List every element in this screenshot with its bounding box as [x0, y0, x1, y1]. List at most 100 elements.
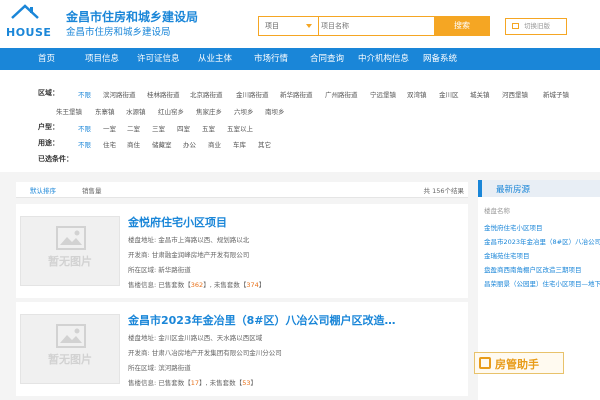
- street-value: 滨河路街道: [158, 364, 191, 372]
- sidebar-listing-link[interactable]: 盘盈商西南角棚户区改造三期项目: [484, 264, 600, 274]
- sold-count: 362: [190, 281, 204, 289]
- sales-mid: 】, 未售套数【: [199, 379, 243, 387]
- project-street: 所在区域: 新华路街道: [128, 264, 191, 274]
- watermark-badge: 房管助手: [474, 352, 564, 374]
- filter-region-option[interactable]: 双湾镇: [407, 89, 427, 99]
- filter-usage-option[interactable]: 其它: [258, 139, 271, 149]
- filter-layout-option[interactable]: 一室: [103, 123, 116, 133]
- sales-prefix: 售楼信息: 已售套数【: [128, 379, 191, 387]
- nav-item-entities[interactable]: 从业主体: [198, 48, 232, 70]
- filter-layout-option[interactable]: 三室: [152, 123, 165, 133]
- street-value: 新华路街道: [158, 266, 191, 274]
- filter-region-option[interactable]: 新华路街道: [280, 89, 313, 99]
- developer-label: 开发商:: [128, 251, 150, 259]
- filter-usage-option[interactable]: 住宅: [103, 139, 116, 149]
- project-address: 楼盘地址: 金川区金川路以西、天水路以西区域: [128, 332, 262, 342]
- sidebar-listing-link[interactable]: 金悦府住宅小区项目: [484, 222, 600, 232]
- filter-region-option[interactable]: 焦家庄乡: [196, 106, 222, 116]
- filter-region-option[interactable]: 金川路街道: [236, 89, 269, 99]
- chevron-down-icon: [306, 24, 312, 28]
- project-sales: 售楼信息: 已售套数【17】, 未售套数【53】: [128, 377, 257, 387]
- tab-sales-volume[interactable]: 销售量: [82, 185, 102, 195]
- sales-suffix: 】: [250, 379, 257, 387]
- project-title[interactable]: 金昌市2023年金冶里（8#区）八冶公司棚户区改造项目: [128, 312, 398, 328]
- filter-region-option[interactable]: 河西堡镇: [502, 89, 528, 99]
- project-address: 楼盘地址: 金昌市上海路以西、规划路以北: [128, 234, 249, 244]
- nav-item-projects[interactable]: 项目信息: [85, 48, 119, 70]
- site-title: 金昌市住房和城乡建设局: [66, 10, 199, 24]
- sales-suffix: 】: [258, 281, 266, 289]
- filter-region-label: 区域：: [38, 89, 59, 97]
- tab-default-sort[interactable]: 默认排序: [30, 185, 56, 195]
- search-input[interactable]: [321, 18, 431, 34]
- search-box: 项目 搜索: [258, 16, 490, 36]
- filter-layout-option[interactable]: 二室: [127, 123, 140, 133]
- filter-usage-option[interactable]: 不限: [78, 139, 91, 149]
- address-value: 金川区金川路以西、天水路以西区域: [158, 334, 263, 342]
- filter-region-option[interactable]: 宁远堡镇: [370, 89, 396, 99]
- sidebar-listing-link[interactable]: 金昌市2023年金冶里（8#区）八冶公司棚户区改造项目: [484, 236, 600, 246]
- filter-region-option[interactable]: 广州路街道: [325, 89, 358, 99]
- filter-region-option[interactable]: 水源镇: [126, 106, 146, 116]
- old-version-button[interactable]: 切换旧版: [505, 18, 567, 35]
- list-item[interactable]: 暂无图片 金悦府住宅小区项目 楼盘地址: 金昌市上海路以西、规划路以北 开发商:…: [16, 204, 468, 298]
- house-icon: [11, 4, 39, 19]
- filter-region-option[interactable]: 滨河路街道: [103, 89, 136, 99]
- address-value: 金昌市上海路以西、规划路以北: [158, 236, 250, 244]
- filter-region-option[interactable]: 桂林路街道: [147, 89, 180, 99]
- filter-region-option[interactable]: 新城子镇: [543, 89, 569, 99]
- nav-item-contracts[interactable]: 合同查询: [310, 48, 344, 70]
- project-developer: 开发商: 甘肃八冶房地产开发集团有限公司金川分公司: [128, 347, 282, 357]
- filter-region-option[interactable]: 北京路街道: [190, 89, 223, 99]
- watermark-text: 房管助手: [495, 358, 539, 371]
- filter-region-option[interactable]: 金川区: [439, 89, 459, 99]
- image-placeholder-icon: [56, 324, 86, 348]
- no-image-text: 暂无图片: [48, 255, 92, 268]
- filter-region-option[interactable]: 东寨镇: [95, 106, 115, 116]
- filter-usage-option[interactable]: 商住: [127, 139, 140, 149]
- filter-layout-option[interactable]: 四室: [177, 123, 190, 133]
- project-thumbnail[interactable]: 暂无图片: [20, 216, 120, 286]
- nav-item-agencies[interactable]: 中介机构信息: [358, 48, 409, 70]
- filter-usage-option[interactable]: 车库: [233, 139, 246, 149]
- filter-region-option[interactable]: 城关镇: [470, 89, 490, 99]
- filter-layout-option[interactable]: 五室: [202, 123, 215, 133]
- nav-item-filing[interactable]: 网备系统: [423, 48, 457, 70]
- filter-usage-label: 用途：: [38, 139, 59, 147]
- project-street: 所在区域: 滨河路街道: [128, 362, 191, 372]
- list-item[interactable]: 暂无图片 金昌市2023年金冶里（8#区）八冶公司棚户区改造项目 楼盘地址: 金…: [16, 302, 468, 396]
- filter-usage-option[interactable]: 储藏室: [152, 139, 172, 149]
- sidebar-column-header: 楼盘名称: [484, 207, 510, 215]
- filter-region-option[interactable]: 朱王堡镇: [56, 106, 82, 116]
- search-type-select[interactable]: 项目: [259, 17, 319, 35]
- sidebar-title: 最新房源: [496, 185, 531, 195]
- developer-label: 开发商:: [128, 349, 150, 357]
- nav-item-market[interactable]: 市场行情: [254, 48, 288, 70]
- sales-mid: 】, 未售套数【: [203, 281, 247, 289]
- project-thumbnail[interactable]: 暂无图片: [20, 314, 120, 384]
- filter-layout-option[interactable]: 不限: [78, 123, 91, 133]
- sidebar-listing-link[interactable]: 金瑞苑住宅项目: [484, 250, 600, 260]
- filter-region-option[interactable]: 六坝乡: [234, 106, 254, 116]
- filter-layout-option[interactable]: 五室以上: [227, 123, 253, 133]
- app-icon: [479, 357, 491, 369]
- street-label: 所在区域:: [128, 266, 157, 274]
- main-nav: 首页 项目信息 许可证信息 从业主体 市场行情 合同查询 中介机构信息 网备系统: [0, 48, 600, 70]
- filter-region-option[interactable]: 不限: [78, 89, 91, 99]
- site-logo[interactable]: HOUSE: [6, 4, 58, 42]
- filter-region-option[interactable]: 红山窑乡: [158, 106, 184, 116]
- street-label: 所在区域:: [128, 364, 157, 372]
- sales-prefix: 售楼信息: 已售套数【: [128, 281, 191, 289]
- sidebar-listing-link[interactable]: 昌荣丽景（公园里）住宅小区项目—地下车库: [484, 278, 600, 288]
- search-type-value: 项目: [265, 22, 279, 30]
- filter-layout-label: 户型：: [38, 123, 59, 131]
- project-title[interactable]: 金悦府住宅小区项目: [128, 214, 227, 230]
- filter-region-option[interactable]: 南坝乡: [265, 106, 285, 116]
- monitor-icon: [512, 23, 519, 29]
- search-button[interactable]: 搜索: [434, 16, 490, 36]
- filter-usage-option[interactable]: 办公: [183, 139, 196, 149]
- filter-usage-option[interactable]: 商业: [208, 139, 221, 149]
- nav-item-home[interactable]: 首页: [38, 48, 55, 70]
- nav-item-licenses[interactable]: 许可证信息: [137, 48, 180, 70]
- developer-value: 甘肃八冶房地产开发集团有限公司金川分公司: [151, 349, 282, 357]
